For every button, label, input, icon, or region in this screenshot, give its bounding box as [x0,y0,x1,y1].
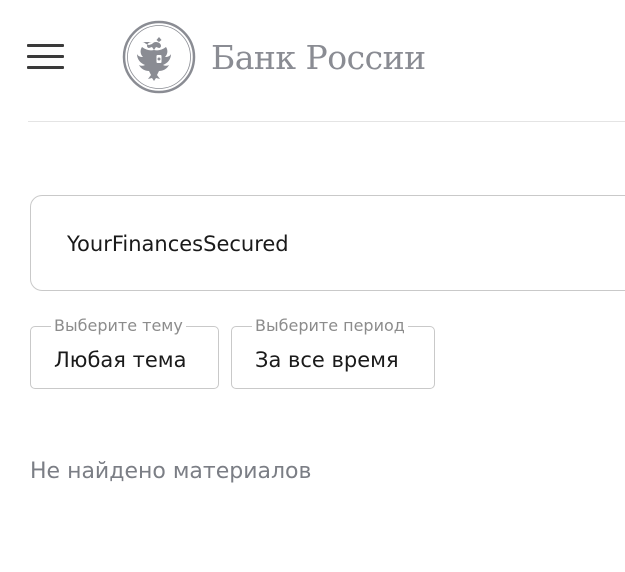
period-select-value: За все время [255,348,399,372]
hamburger-icon [27,44,64,47]
hamburger-icon-bar [27,66,64,69]
period-select-label: Выберите период [252,317,408,335]
hamburger-icon-bar [27,55,64,58]
period-select[interactable]: Выберите период За все время [231,317,435,389]
double-headed-eagle-emblem-icon [122,20,196,94]
search-box[interactable] [30,195,625,291]
site-header: Банк России [0,0,625,122]
no-results-message: Не найдено материалов [30,459,312,484]
theme-select-label: Выберите тему [51,317,186,335]
header-divider [28,121,625,122]
menu-button[interactable] [27,42,65,70]
search-input[interactable] [67,226,607,262]
theme-select[interactable]: Выберите тему Любая тема [30,317,219,389]
bank-logo[interactable]: Банк России [122,20,426,94]
theme-select-value: Любая тема [54,348,187,372]
bank-name: Банк России [211,37,426,77]
